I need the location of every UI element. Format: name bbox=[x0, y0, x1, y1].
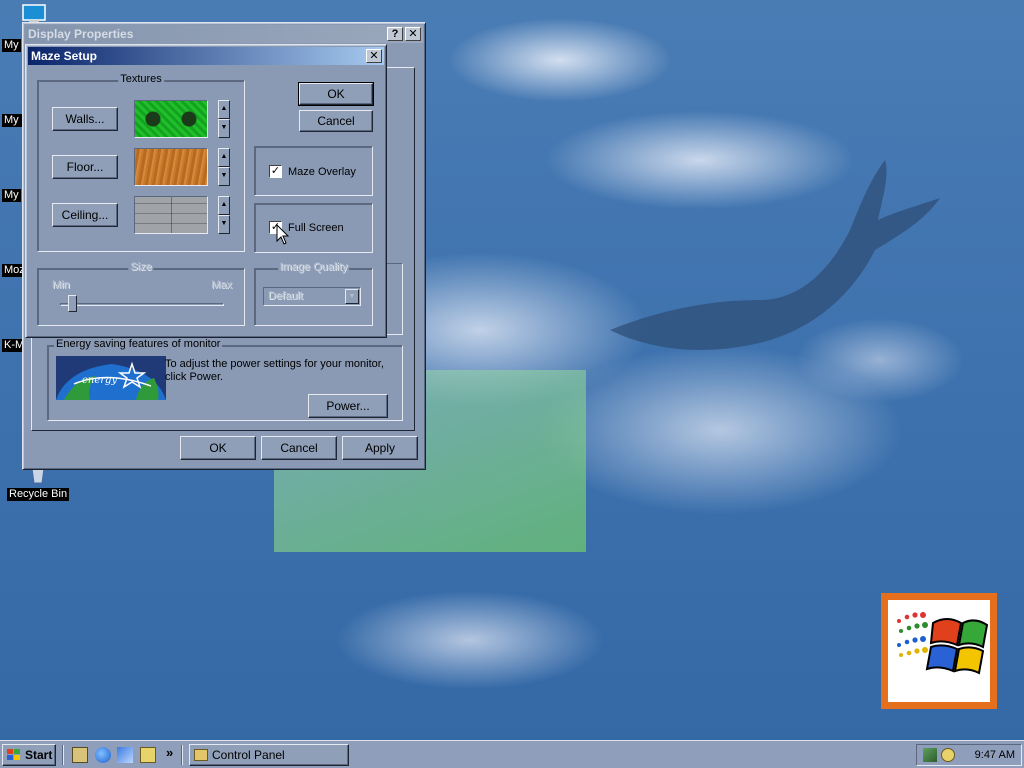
chevron-down-icon[interactable]: ▼ bbox=[345, 289, 359, 304]
energy-saving-legend: Energy saving features of monitor bbox=[54, 338, 223, 350]
help-button[interactable]: ? bbox=[387, 27, 403, 41]
window-title: Display Properties bbox=[28, 27, 134, 41]
ceiling-button[interactable]: Ceiling... bbox=[52, 203, 118, 227]
desktop-icon-label[interactable]: Recycle Bin bbox=[7, 488, 70, 501]
textures-legend: Textures bbox=[118, 73, 164, 85]
walls-spinner[interactable]: ▲ ▼ bbox=[218, 100, 230, 138]
close-button[interactable]: ✕ bbox=[366, 49, 382, 63]
maze-cancel-button[interactable]: Cancel bbox=[299, 110, 373, 132]
size-slider-track bbox=[60, 303, 224, 306]
size-slider-thumb[interactable] bbox=[67, 295, 77, 312]
network-icon[interactable] bbox=[923, 748, 937, 762]
floor-button[interactable]: Floor... bbox=[52, 155, 118, 179]
display-properties-titlebar[interactable]: Display Properties ? ✕ bbox=[25, 25, 423, 43]
start-button[interactable]: Start bbox=[2, 744, 56, 766]
taskbar-item-label: Control Panel bbox=[212, 748, 285, 762]
desktop-icon-label[interactable]: My bbox=[2, 189, 21, 202]
chevron-up-icon[interactable]: ▲ bbox=[218, 100, 230, 119]
power-button[interactable]: Power... bbox=[308, 394, 388, 418]
maze-setup-titlebar[interactable]: Maze Setup ✕ bbox=[28, 47, 384, 65]
ceiling-spinner[interactable]: ▲ ▼ bbox=[218, 196, 230, 234]
chevron-up-icon[interactable]: ▲ bbox=[218, 196, 230, 215]
energy-logo-text: energy bbox=[82, 375, 118, 386]
image-quality-legend: Image Quality bbox=[277, 261, 350, 273]
mouse-pointer-icon bbox=[276, 224, 290, 245]
image-quality-select[interactable]: Default ▼ bbox=[263, 287, 361, 306]
chevron-down-icon[interactable]: ▼ bbox=[218, 215, 230, 234]
display-apply-button[interactable]: Apply bbox=[342, 436, 418, 460]
clock[interactable]: 9:47 AM bbox=[975, 749, 1015, 761]
maze-overlay-frame: ✓ Maze Overlay bbox=[254, 146, 373, 196]
maze-overlay-label: Maze Overlay bbox=[288, 165, 356, 178]
floor-texture-preview bbox=[134, 148, 208, 186]
taskbar-item-control-panel[interactable]: Control Panel bbox=[189, 744, 349, 766]
windows-logo-icon bbox=[881, 593, 997, 709]
quicklaunch-separator bbox=[181, 745, 183, 765]
checkmark-icon[interactable]: ✓ bbox=[269, 165, 282, 178]
size-legend: Size bbox=[128, 261, 154, 273]
full-screen-label: Full Screen bbox=[288, 221, 344, 234]
taskbar: Start » Control Panel 9:47 AM bbox=[0, 740, 1024, 768]
internet-explorer-icon[interactable] bbox=[95, 747, 111, 763]
show-desktop-icon[interactable] bbox=[72, 747, 88, 763]
size-min-label: Min bbox=[52, 279, 70, 291]
system-tray: 9:47 AM bbox=[916, 744, 1022, 766]
close-button[interactable]: ✕ bbox=[405, 27, 421, 41]
windows-flag-icon bbox=[7, 749, 20, 760]
quicklaunch-more[interactable]: » bbox=[166, 745, 173, 760]
maze-setup-dialog: Maze Setup ✕ Textures Walls... ▲ ▼ Floor… bbox=[25, 44, 387, 338]
image-quality-value: Default bbox=[268, 290, 303, 302]
size-max-label: Max bbox=[211, 279, 232, 291]
image-quality-groupbox: Image Quality Default ▼ bbox=[254, 261, 373, 326]
floor-spinner[interactable]: ▲ ▼ bbox=[218, 148, 230, 186]
walls-button[interactable]: Walls... bbox=[52, 107, 118, 131]
channels-icon[interactable] bbox=[140, 747, 156, 763]
control-panel-icon bbox=[194, 749, 208, 761]
background-diver-silhouette bbox=[610, 160, 940, 350]
chevron-up-icon[interactable]: ▲ bbox=[218, 148, 230, 167]
ceiling-texture-preview bbox=[134, 196, 208, 234]
dialog-title: Maze Setup bbox=[31, 49, 98, 63]
chevron-down-icon[interactable]: ▼ bbox=[218, 167, 230, 186]
size-groupbox: Size Min Max bbox=[37, 261, 245, 326]
scheduler-icon[interactable] bbox=[941, 748, 955, 762]
chevron-down-icon[interactable]: ▼ bbox=[218, 119, 230, 138]
display-cancel-button[interactable]: Cancel bbox=[261, 436, 337, 460]
outlook-express-icon[interactable] bbox=[117, 747, 133, 763]
energy-description: To adjust the power settings for your mo… bbox=[165, 358, 384, 383]
start-label: Start bbox=[25, 748, 53, 762]
energy-star-logo: energy bbox=[56, 356, 166, 400]
display-ok-button[interactable]: OK bbox=[180, 436, 256, 460]
energy-saving-groupbox: Energy saving features of monitor energy… bbox=[47, 338, 403, 421]
full-screen-frame: ✓ Full Screen bbox=[254, 203, 373, 253]
maze-overlay-checkbox[interactable]: ✓ Maze Overlay bbox=[269, 165, 356, 178]
quicklaunch-separator bbox=[62, 745, 64, 765]
walls-texture-preview bbox=[134, 100, 208, 138]
textures-groupbox: Textures Walls... ▲ ▼ Floor... ▲ ▼ Ceili… bbox=[37, 73, 245, 252]
desktop-icon-label[interactable]: My bbox=[2, 39, 21, 52]
maze-ok-button[interactable]: OK bbox=[298, 82, 374, 106]
